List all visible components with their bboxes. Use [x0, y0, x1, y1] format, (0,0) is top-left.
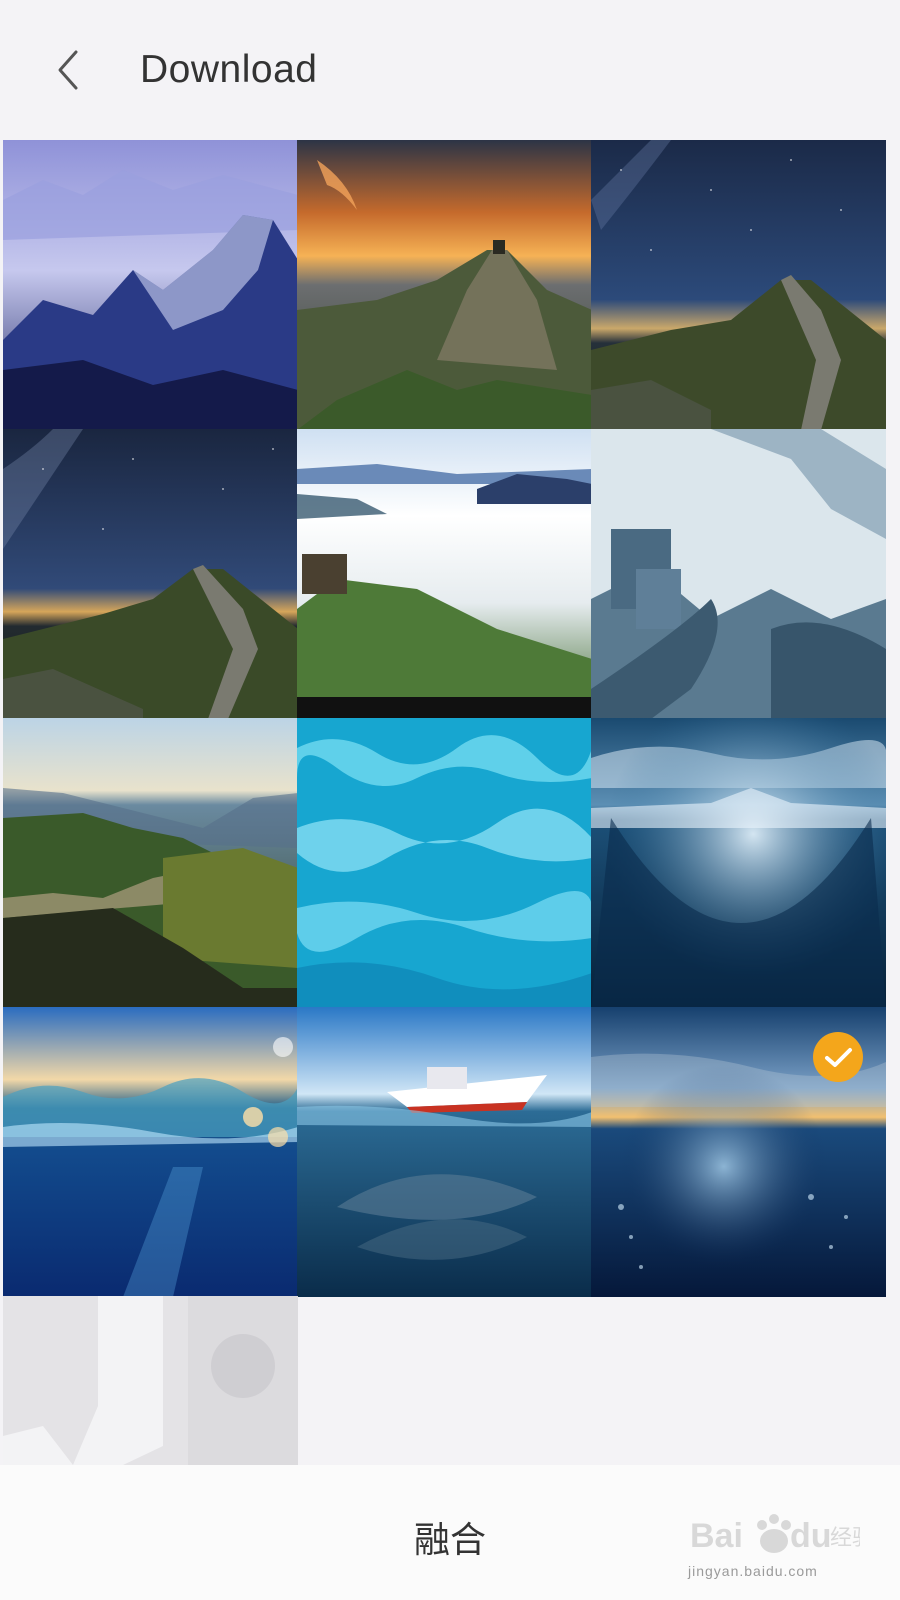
image-thumbnail[interactable] [3, 429, 298, 719]
image-thumbnail[interactable] [297, 718, 592, 1008]
image-thumbnail[interactable] [591, 140, 886, 430]
image-grid [0, 140, 900, 1465]
image-thumbnail[interactable] [3, 718, 298, 1008]
image-thumbnail[interactable] [297, 429, 592, 719]
image-thumbnail[interactable] [591, 1007, 886, 1297]
image-thumbnail[interactable] [3, 1007, 298, 1297]
svg-text:经验: 经验 [830, 1526, 860, 1551]
image-thumbnail[interactable] [591, 429, 886, 719]
image-thumbnail-placeholder[interactable] [3, 1296, 298, 1465]
top-bar: Download [0, 0, 900, 140]
selected-badge[interactable] [813, 1032, 863, 1082]
image-thumbnail[interactable] [297, 1007, 592, 1297]
svg-text:Bai: Bai [690, 1517, 743, 1555]
watermark-url: jingyan.baidu.com [688, 1563, 818, 1579]
checkmark-icon [825, 1048, 852, 1067]
image-thumbnail[interactable] [591, 718, 886, 1008]
svg-text:du: du [790, 1517, 832, 1555]
page-title: Download [140, 48, 318, 91]
image-thumbnail[interactable] [297, 140, 592, 430]
bottom-bar: 融合 Bai du 经验 jingyan.baidu.com [0, 1465, 900, 1600]
baidu-watermark-logo: Bai du 经验 [690, 1514, 860, 1555]
image-thumbnail[interactable] [3, 140, 298, 430]
chevron-left-icon[interactable] [44, 44, 96, 96]
